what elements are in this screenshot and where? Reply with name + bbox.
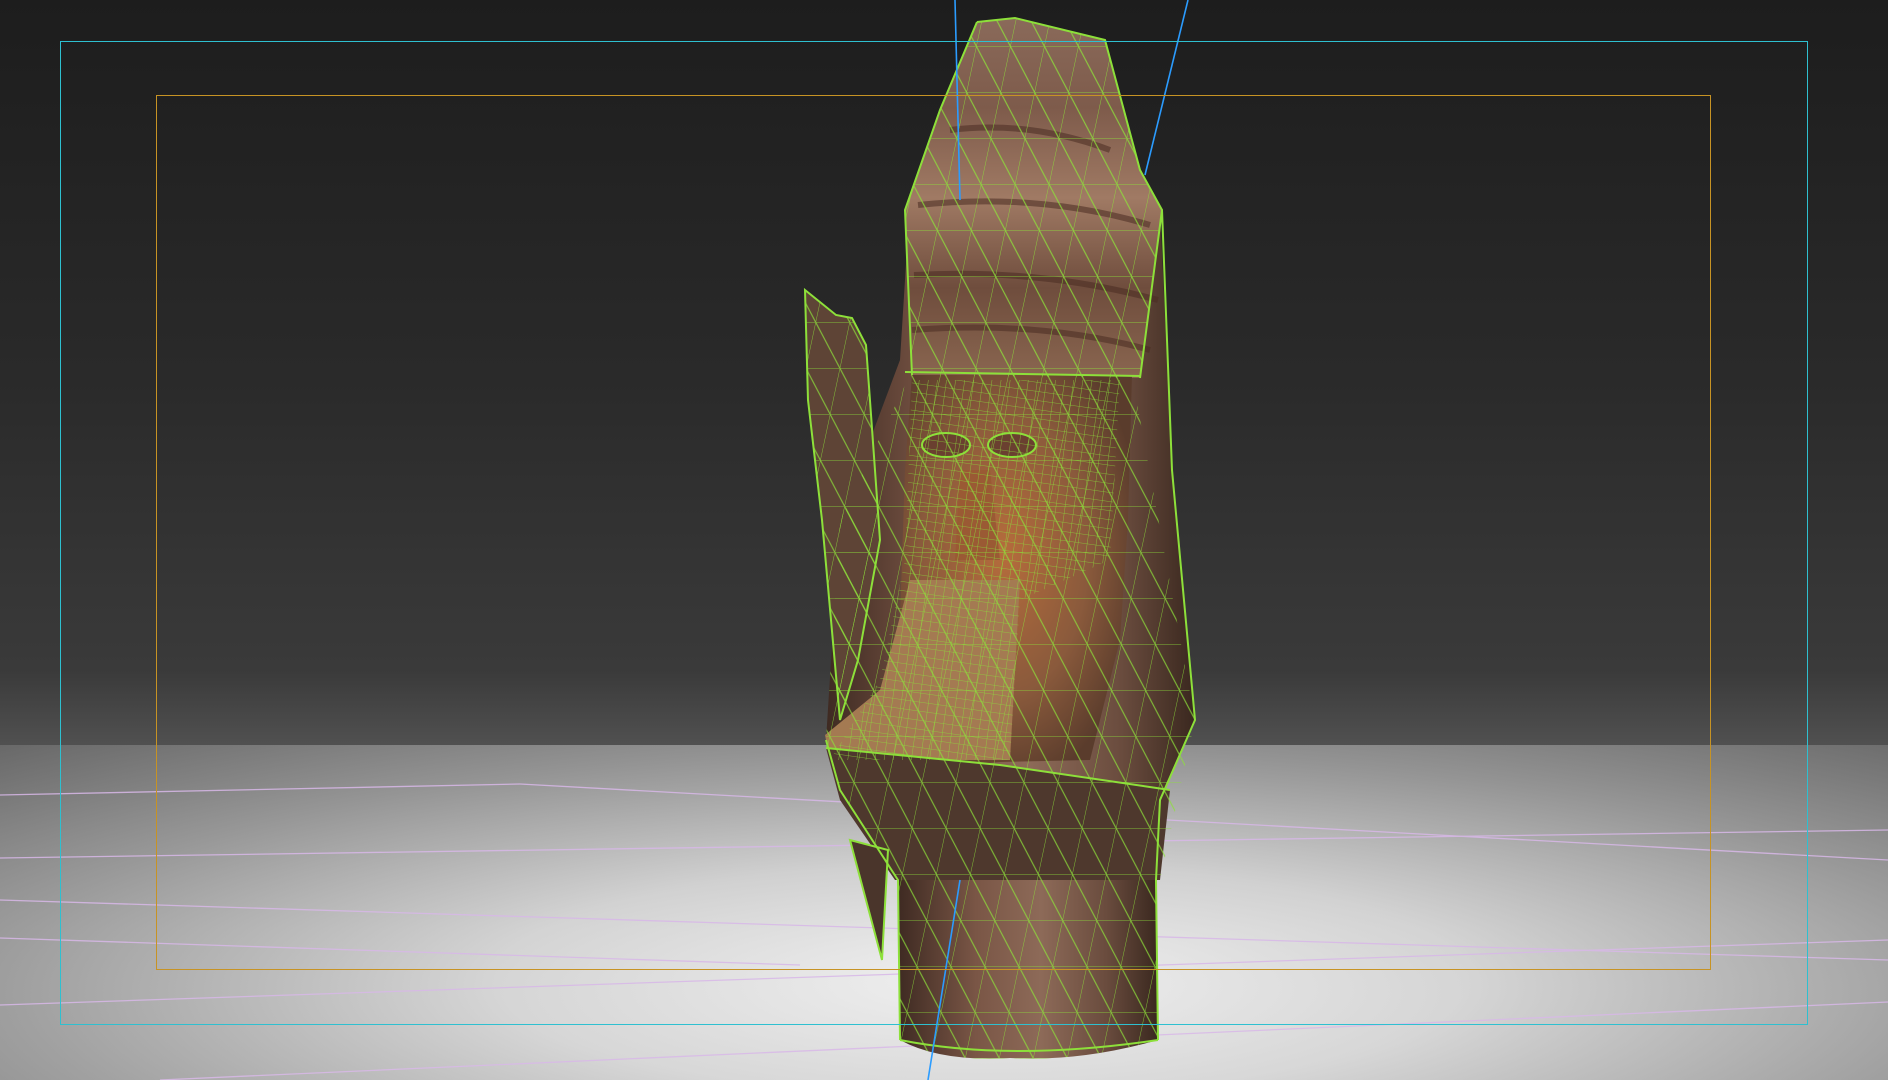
totem-model[interactable] (803, 16, 1197, 1059)
scene-render[interactable] (0, 0, 1888, 1080)
3d-viewport[interactable] (0, 0, 1888, 1080)
